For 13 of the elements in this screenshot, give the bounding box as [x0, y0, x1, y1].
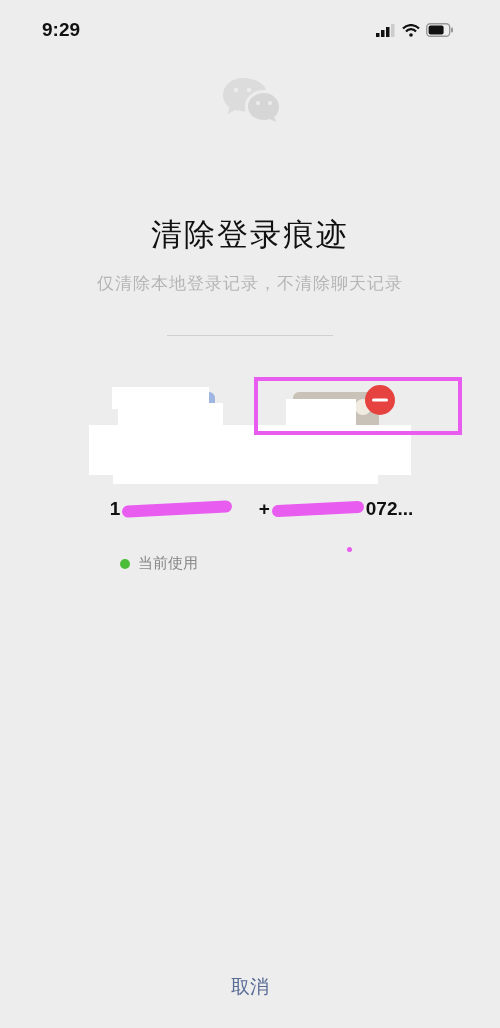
page-title: 清除登录痕迹 [151, 216, 349, 254]
account-name: 072... [365, 498, 414, 520]
remove-icon[interactable] [365, 385, 395, 415]
current-label: 当前使用 [138, 554, 198, 573]
battery-icon [426, 23, 454, 37]
subtitle-text: 仅清除本地登录记录，不清除聊天记录 [97, 273, 403, 295]
account-name: + [258, 498, 270, 520]
cancel-button[interactable]: 取消 [221, 970, 279, 1004]
annotation-dot [347, 547, 352, 552]
signal-icon [376, 23, 396, 37]
status-time: 9:29 [42, 19, 81, 41]
account-name: 1 [109, 498, 121, 520]
wifi-icon [402, 23, 420, 37]
